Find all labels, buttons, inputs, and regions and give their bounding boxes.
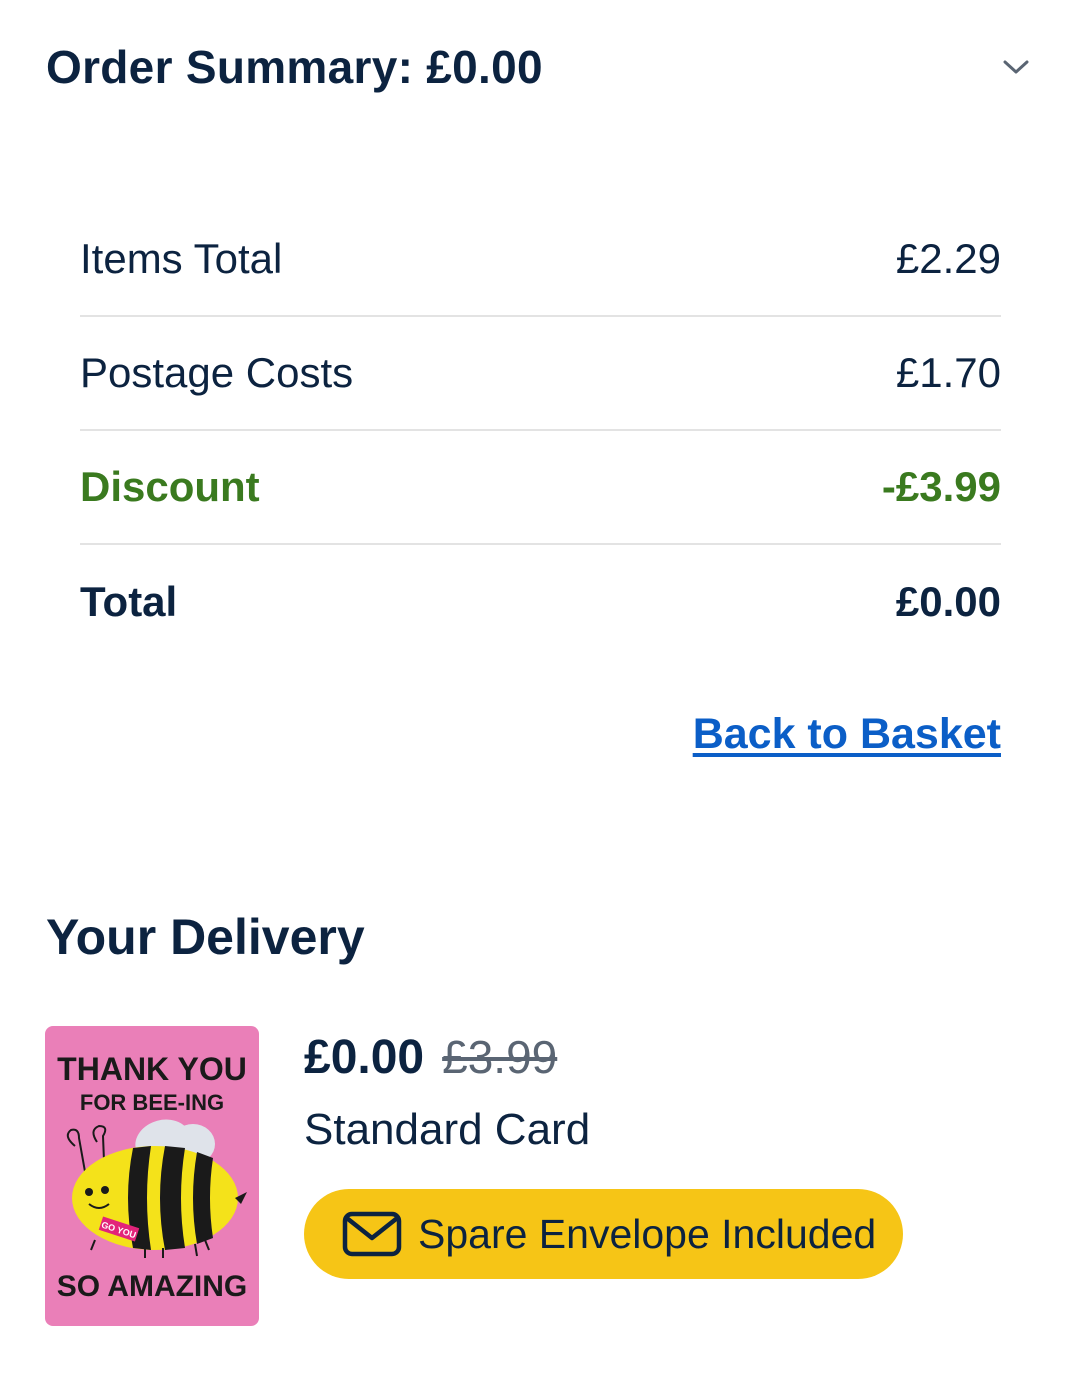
card-text-line2: FOR BEE-ING: [80, 1090, 224, 1115]
items-total-value: £2.29: [895, 235, 1001, 282]
postage-value: £1.70: [895, 349, 1001, 396]
postage-label: Postage Costs: [80, 349, 354, 396]
items-total-label: Items Total: [80, 235, 283, 282]
card-text-line3: SO AMAZING: [57, 1270, 248, 1303]
discount-row: Discount -£3.99: [80, 431, 1001, 545]
order-summary-toggle[interactable]: Order Summary: £0.00: [46, 34, 1036, 100]
postage-row: Postage Costs £1.70: [80, 317, 1001, 431]
price-line: £0.00 £3.99: [304, 1030, 557, 1085]
envelope-icon: [342, 1209, 402, 1259]
order-summary-title: Order Summary: £0.00: [46, 41, 543, 93]
summary-rows: Items Total £2.29 Postage Costs £1.70 Di…: [80, 203, 1001, 659]
back-to-basket-link[interactable]: Back to Basket: [693, 710, 1001, 759]
total-label: Total: [80, 578, 178, 625]
card-thumbnail[interactable]: THANK YOU FOR BEE-ING GO YOU SO AMAZING: [45, 1026, 259, 1326]
discount-label: Discount: [80, 463, 260, 510]
discount-value: -£3.99: [881, 463, 1001, 510]
card-text-line1: THANK YOU: [57, 1051, 247, 1087]
envelope-label: Spare Envelope Included: [418, 1210, 877, 1257]
price-was: £3.99: [442, 1031, 558, 1083]
card-type: Standard Card: [304, 1105, 591, 1154]
bee-illustration: GO YOU: [66, 1119, 247, 1258]
delivery-title: Your Delivery: [46, 909, 365, 965]
total-row: Total £0.00: [80, 545, 1001, 659]
spare-envelope-badge: Spare Envelope Included: [304, 1189, 903, 1279]
total-value: £0.00: [895, 578, 1001, 625]
chevron-down-icon[interactable]: [998, 49, 1034, 85]
price-now: £0.00: [304, 1031, 425, 1084]
items-total-row: Items Total £2.29: [80, 203, 1001, 317]
